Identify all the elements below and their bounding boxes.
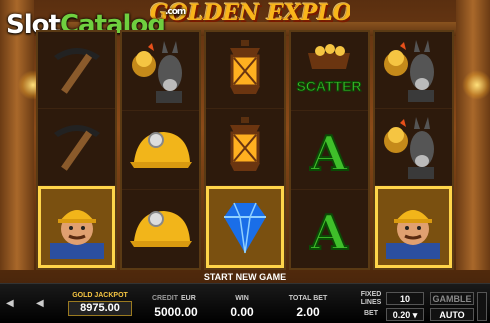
helmet-icon bbox=[129, 132, 192, 168]
reel-cell bbox=[374, 109, 453, 186]
letter-a-icon: A bbox=[309, 204, 350, 261]
reel-3 bbox=[204, 30, 286, 270]
reel-cell bbox=[122, 32, 200, 111]
gold-jackpot-label: GOLD JACKPOT bbox=[72, 292, 128, 299]
gold-jackpot-value: 8975.00 bbox=[68, 301, 132, 316]
donkey-icon bbox=[384, 40, 435, 102]
reel-cell bbox=[206, 109, 284, 186]
bet-label: BET bbox=[364, 310, 378, 317]
reel-cell: A bbox=[290, 111, 368, 190]
menu-left-arrow-icon[interactable]: ◀ bbox=[6, 298, 14, 309]
donkey-icon bbox=[131, 41, 182, 103]
reel-1 bbox=[36, 30, 118, 270]
letter-a-icon: A bbox=[309, 125, 350, 182]
scatter-label: SCATTER bbox=[297, 78, 362, 94]
reel-cell bbox=[122, 111, 200, 190]
wooden-post-right bbox=[456, 0, 490, 270]
miner-icon bbox=[49, 210, 104, 259]
reel-cell bbox=[374, 32, 453, 109]
letter-a-label: A bbox=[310, 205, 349, 261]
reel-grid: SCATTER A A bbox=[34, 30, 456, 270]
win-label: WIN bbox=[235, 295, 249, 302]
start-new-game-status: START NEW GAME bbox=[203, 272, 287, 282]
control-panel: ◀ ◀ GOLD JACKPOT 8975.00 CREDIT EUR 5000… bbox=[0, 283, 490, 323]
bet-dropdown-icon: ▾ bbox=[412, 310, 418, 320]
bet-amount: 0.20 bbox=[392, 310, 411, 320]
reel-cell bbox=[374, 186, 453, 268]
volume-arrow-icon[interactable]: ◀ bbox=[36, 298, 44, 309]
diamond-icon bbox=[224, 202, 266, 254]
reel-cell bbox=[206, 32, 284, 109]
currency-label: EUR bbox=[181, 295, 196, 302]
lantern-icon bbox=[230, 40, 260, 94]
spin-button[interactable] bbox=[477, 292, 487, 321]
reel-4: SCATTER A A bbox=[288, 30, 370, 270]
gamble-button[interactable]: GAMBLE bbox=[430, 292, 474, 305]
pickaxe-icon bbox=[53, 125, 100, 171]
reel-cell bbox=[122, 190, 199, 268]
lantern-icon bbox=[230, 117, 260, 171]
total-bet-value: 2.00 bbox=[296, 305, 320, 319]
reel-cell bbox=[38, 32, 116, 109]
credit-label: CREDIT bbox=[151, 295, 178, 302]
mine-lamp-glow-right bbox=[462, 70, 490, 100]
reel-cell: A bbox=[291, 190, 368, 268]
miner-icon bbox=[386, 210, 441, 259]
reel-cell bbox=[38, 186, 116, 268]
reel-2 bbox=[120, 30, 202, 270]
win-value: 0.00 bbox=[230, 305, 254, 319]
donkey-icon bbox=[384, 117, 435, 179]
fixed-lines-value: 10 bbox=[386, 292, 424, 305]
total-bet-label: TOTAL BET bbox=[288, 295, 328, 302]
credit-value: 5000.00 bbox=[154, 305, 198, 319]
reel-cell: SCATTER bbox=[290, 32, 368, 111]
bet-value[interactable]: 0.20 ▾ bbox=[386, 308, 424, 321]
helmet-icon bbox=[129, 211, 192, 247]
wooden-post-left bbox=[0, 0, 34, 270]
fixed-lines-label: FIXED LINES bbox=[360, 291, 382, 306]
reel-cell bbox=[206, 186, 284, 268]
scatter-icon: SCATTER bbox=[296, 44, 362, 95]
letter-a-label: A bbox=[310, 126, 349, 182]
reel-5 bbox=[372, 30, 455, 270]
watermark-tld: .com bbox=[164, 7, 186, 17]
auto-button[interactable]: AUTO bbox=[430, 308, 474, 321]
pickaxe-icon bbox=[53, 48, 100, 94]
reel-cell bbox=[38, 109, 116, 186]
